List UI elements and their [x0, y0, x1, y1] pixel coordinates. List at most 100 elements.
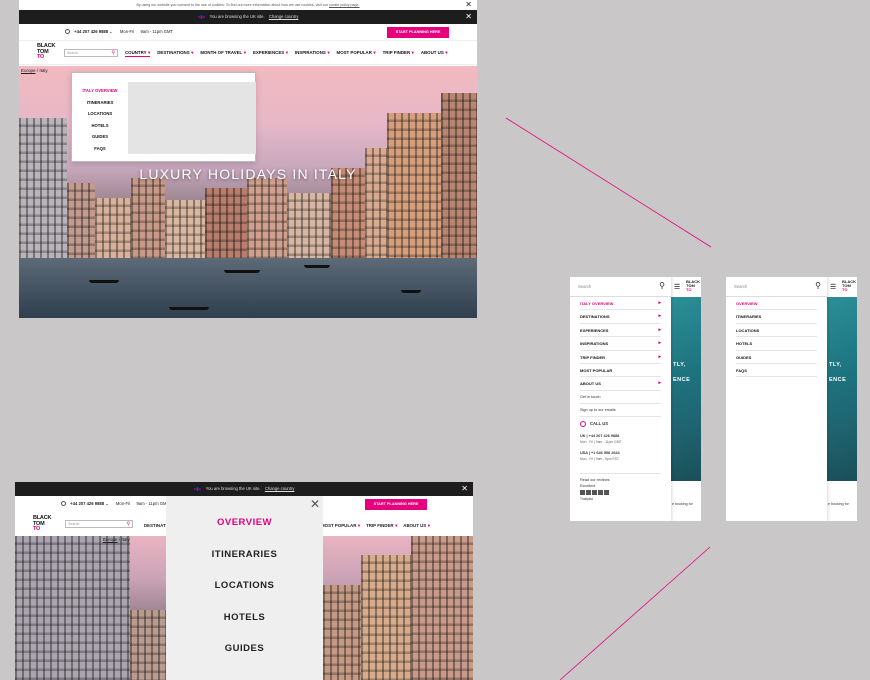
dropdown-image-placeholder — [128, 82, 256, 154]
gondola — [169, 307, 209, 310]
nav-item-experiences[interactable]: EXPERIENCES ▾ — [253, 50, 288, 56]
chevron-down-icon: ▾ — [395, 523, 398, 528]
nav-item-about[interactable]: ABOUT US ▾ — [421, 50, 448, 56]
logo[interactable]: BLACK TOM TO — [842, 280, 856, 292]
search-input[interactable]: Search ⚲ — [64, 49, 118, 57]
dropdown-item-hotels[interactable]: HOTELS — [72, 120, 128, 132]
nav-item-trip-finder[interactable]: TRIP FINDER ▾ — [383, 50, 414, 56]
dropdown-item-guides[interactable]: GUIDES — [72, 131, 128, 143]
change-country-link[interactable]: Change country — [269, 14, 299, 19]
arrow-right-icon: ▸ — [658, 340, 661, 347]
nav-item-most-popular[interactable]: MOST POPULAR ▾ — [321, 523, 360, 529]
chevron-down-icon: ▾ — [191, 50, 194, 55]
logo[interactable]: BLACK TOM TO — [686, 280, 700, 292]
search-icon[interactable]: ⚲ — [815, 281, 821, 290]
search-placeholder: Search — [67, 51, 79, 55]
mobile-mockup-country-menu: Search ⚲ OVERVIEW ITINERARIES LOCATIONS … — [726, 277, 857, 521]
mobile-item-faqs[interactable]: FAQS — [736, 364, 817, 378]
breadcrumb-link-europe[interactable]: Europe — [103, 537, 118, 542]
country-bar: You are browsing the UK site. Change cou… — [15, 482, 473, 496]
read-reviews-label[interactable]: Read our reviews — [580, 478, 661, 482]
cookie-banner: By using our website you consent to the … — [19, 0, 477, 10]
chevron-down-icon: ⌄ — [109, 29, 113, 34]
usa-phone[interactable]: USA | +1 646 558 2644 — [580, 451, 661, 455]
nav-label: TRIP FINDER — [366, 523, 394, 528]
reviews-block: Read our reviews Excellent Trustpilot — [580, 472, 661, 501]
logo[interactable]: BLACK TOM TO — [37, 43, 59, 61]
change-country-link[interactable]: Change country — [265, 486, 295, 491]
nav-item-most-popular[interactable]: MOST POPULAR ▾ — [337, 50, 376, 56]
overlay-item-guides[interactable]: GUIDES — [166, 643, 323, 675]
mobile-item-experiences[interactable]: EXPERIENCES ▸ — [580, 324, 661, 338]
nav-item-trip-finder[interactable]: TRIP FINDER ▾ — [366, 523, 397, 529]
arrow-right-icon: ▸ — [658, 313, 661, 320]
country-overlay-menu: ✕ OVERVIEW ITINERARIES LOCATIONS HOTELS … — [166, 496, 323, 680]
nav-item-month[interactable]: MONTH OF TRAVEL ▾ — [200, 50, 246, 56]
mobile-item-hotels[interactable]: HOTELS — [736, 337, 817, 351]
mobile-item-inspirations[interactable]: INSPIRATIONS ▸ — [580, 337, 661, 351]
cookie-policy-link[interactable]: cookie policy page. — [329, 3, 360, 7]
hamburger-icon[interactable]: ☰ — [674, 283, 680, 291]
mobile-item-overview[interactable]: OVERVIEW — [736, 297, 817, 311]
phone-number: +44 207 426 9888 — [70, 501, 105, 506]
mobile-item-italy-overview[interactable]: ITALY OVERVIEW ▸ — [580, 297, 661, 311]
phone-block[interactable]: +44 207 426 9888 ⌄ Mon-Fri 9am - 11pm GM… — [65, 29, 173, 35]
overlay-item-itineraries[interactable]: ITINERARIES — [166, 549, 323, 581]
search-icon[interactable]: ⚲ — [126, 521, 130, 527]
chevron-down-icon: ▾ — [427, 523, 430, 528]
nav-item-destinations[interactable]: DESTINATIONS ▾ — [157, 50, 193, 56]
search-icon[interactable]: ⚲ — [111, 50, 115, 56]
uk-phone[interactable]: UK | +44 207 426 9888 — [580, 434, 661, 438]
nav-items-right: MOST POPULAR ▾ TRIP FINDER ▾ ABOUT US ▾ — [321, 523, 430, 529]
chevron-down-icon: ▾ — [327, 50, 330, 55]
building — [130, 610, 170, 680]
hours-days: Mon-Fri — [115, 501, 131, 506]
chevron-down-icon: ▾ — [285, 50, 288, 55]
mobile-item-label: ABOUT US — [580, 381, 601, 387]
country-bar-close-icon[interactable]: ✕ — [461, 482, 468, 496]
start-planning-button[interactable]: START PLANNING HERE — [387, 27, 449, 38]
hero-text-fragment: TLY, — [829, 362, 842, 368]
star-icon — [592, 489, 597, 495]
mobile-search-input[interactable]: Search ⚲ — [570, 277, 671, 297]
overlay-item-overview[interactable]: OVERVIEW — [166, 517, 323, 549]
mobile-search-input[interactable]: Search ⚲ — [726, 277, 827, 297]
search-input[interactable]: Search ⚲ — [65, 520, 133, 528]
start-planning-button[interactable]: START PLANNING HERE — [365, 499, 427, 510]
country-bar-close-icon[interactable]: ✕ — [465, 10, 472, 24]
nav-label: MOST POPULAR — [336, 50, 372, 55]
breadcrumb-link-europe[interactable]: Europe — [21, 68, 36, 73]
nav-label: MONTH OF TRAVEL — [200, 50, 243, 55]
mobile-item-trip-finder[interactable]: TRIP FINDER ▸ — [580, 351, 661, 364]
mobile-menu-panel: Search ⚲ ITALY OVERVIEW ▸ DESTINATIONS ▸ E… — [570, 277, 671, 521]
overlay-item-locations[interactable]: LOCATIONS — [166, 580, 323, 612]
sign-up-link[interactable]: Sign up to our emails — [580, 404, 661, 417]
nav-item-about[interactable]: ABOUT US ▾ — [403, 523, 430, 529]
search-icon[interactable]: ⚲ — [659, 281, 665, 290]
dropdown-item-faqs[interactable]: FAQS — [72, 143, 128, 155]
page-title: LUXURY HOLIDAYS IN ITALY — [139, 166, 357, 182]
mobile-item-itineraries[interactable]: ITINERARIES — [736, 310, 817, 324]
get-in-touch-link[interactable]: Get in touch — [580, 391, 661, 404]
mobile-item-destinations[interactable]: DESTINATIONS ▸ — [580, 310, 661, 324]
booking-text-fragment: e booking for — [672, 502, 693, 506]
cookie-close-icon[interactable]: ✕ — [465, 0, 472, 10]
overlay-item-hotels[interactable]: HOTELS — [166, 612, 323, 644]
hero-text-fragment: ENCE — [673, 377, 691, 383]
mobile-item-locations[interactable]: LOCATIONS — [736, 324, 817, 338]
dropdown-item-itineraries[interactable]: ITINERARIES — [72, 97, 128, 109]
mobile-item-guides[interactable]: GUIDES — [736, 351, 817, 364]
dropdown-item-overview[interactable]: ITALY OVERVIEW — [72, 85, 128, 97]
nav-label: EXPERIENCES — [252, 50, 285, 55]
breadcrumb-current: Italy — [39, 68, 48, 73]
nav-item-country[interactable]: COUNTRY ▾ — [125, 50, 151, 57]
mobile-item-about-us[interactable]: ABOUT US ▸ — [580, 377, 661, 391]
mobile-item-most-popular[interactable]: MOST POPULAR — [580, 364, 661, 378]
logo[interactable]: BLACK TOM TO — [33, 515, 55, 533]
nav-item-inspirations[interactable]: INSPIRATIONS ▾ — [295, 50, 330, 56]
phone-block[interactable]: +44 207 426 9888 ⌄ Mon-Fri 9am - 11pm GM… — [61, 501, 169, 507]
dropdown-item-locations[interactable]: LOCATIONS — [72, 108, 128, 120]
close-icon[interactable]: ✕ — [310, 497, 320, 511]
hamburger-icon[interactable]: ☰ — [830, 283, 836, 291]
mobile-submenu-list: OVERVIEW ITINERARIES LOCATIONS HOTELS GU… — [726, 297, 827, 378]
